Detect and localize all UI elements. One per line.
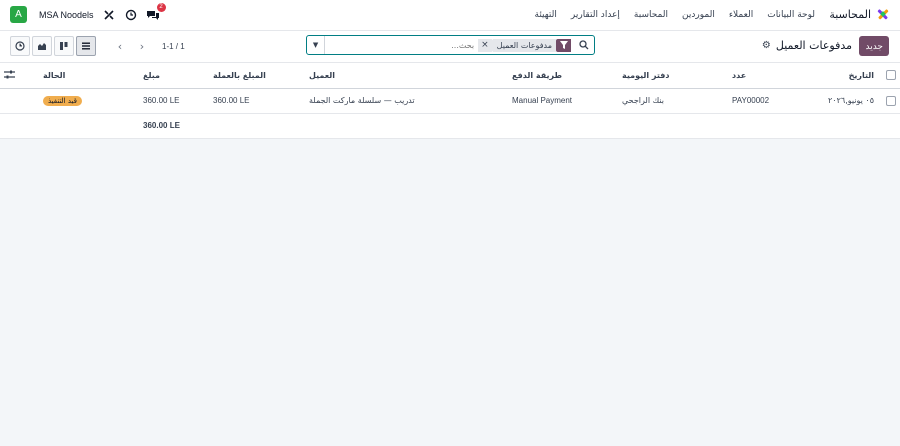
app-brand[interactable]: المحاسبة	[829, 7, 890, 21]
cell-customer: تدريب — سلسلة ماركت الجملة	[305, 88, 508, 114]
cell-amount: 360.00 LE	[139, 88, 209, 114]
list-view: التاريخ عدد دفتر اليومية طريقة الدفع الع…	[0, 63, 900, 446]
cell-payment-method: Manual Payment	[508, 88, 618, 114]
menu-item-dashboard[interactable]: لوحة البيانات	[767, 10, 815, 20]
graph-view-icon[interactable]	[32, 36, 52, 56]
menu-item-vendors[interactable]: الموردين	[682, 10, 715, 20]
menu-item-customers[interactable]: العملاء	[729, 10, 753, 20]
control-panel: جديد مدفوعات العميل ⚙ مدفوعات العميل × ▼…	[0, 31, 900, 63]
pager-value[interactable]: 1-1 / 1	[162, 42, 185, 51]
top-navbar: المحاسبة لوحة البيانات العملاء الموردين …	[0, 0, 900, 31]
accounting-app-icon	[876, 7, 890, 21]
filter-icon	[556, 38, 571, 52]
column-header-date[interactable]: التاريخ	[808, 63, 878, 89]
total-amount: 360.00 LE	[139, 113, 209, 139]
debug-icon[interactable]	[102, 8, 116, 22]
column-header-customer[interactable]: العميل	[305, 63, 508, 89]
search-icon[interactable]	[574, 36, 594, 54]
pager-next-icon[interactable]: ›	[134, 38, 150, 54]
gear-icon[interactable]: ⚙	[762, 40, 771, 51]
new-button[interactable]: جديد	[859, 36, 889, 56]
status-badge: قيد التنفيذ	[43, 95, 82, 106]
clock-icon[interactable]	[124, 8, 138, 22]
menu-item-accounting[interactable]: المحاسبة	[634, 10, 668, 20]
user-avatar[interactable]: A	[10, 6, 27, 23]
table-header-row: التاريخ عدد دفتر اليومية طريقة الدفع الع…	[0, 63, 900, 89]
facet-label: مدفوعات العميل	[492, 38, 556, 52]
menu-item-reporting[interactable]: إعداد التقارير	[571, 10, 620, 20]
cell-status: قيد التنفيذ	[39, 88, 139, 114]
menu-item-configuration[interactable]: التهيئة	[535, 10, 557, 20]
company-name[interactable]: MSA Noodels	[39, 10, 94, 20]
payments-table: التاريخ عدد دفتر اليومية طريقة الدفع الع…	[0, 63, 900, 139]
select-all-checkbox[interactable]	[878, 63, 900, 89]
column-header-amount-currency[interactable]: المبلغ بالعملة	[209, 63, 305, 89]
list-view-icon[interactable]	[76, 36, 96, 56]
column-header-number[interactable]: عدد	[728, 63, 808, 89]
search-dropdown-toggle[interactable]: ▼	[307, 36, 325, 54]
search-bar: مدفوعات العميل × ▼	[306, 35, 595, 55]
column-header-journal[interactable]: دفتر اليومية	[618, 63, 728, 89]
column-header-status[interactable]: الحالة	[39, 63, 139, 89]
cell-amount-currency: 360.00 LE	[209, 88, 305, 114]
optional-columns-toggle-icon[interactable]	[0, 63, 39, 89]
pager: ‹ › 1-1 / 1	[112, 38, 185, 54]
main-menu: لوحة البيانات العملاء الموردين المحاسبة …	[535, 10, 816, 20]
chat-icon[interactable]: 2	[146, 2, 166, 22]
app-name: المحاسبة	[829, 7, 871, 21]
view-switcher	[10, 36, 96, 56]
table-row[interactable]: ٠٥ يونيو,٢٠٢٦ PAY00002 بنك الراجحي Manua…	[0, 88, 900, 114]
column-header-payment-method[interactable]: طريقة الدفع	[508, 63, 618, 89]
cell-number: PAY00002	[728, 88, 808, 114]
cell-journal: بنك الراجحي	[618, 88, 728, 114]
activity-view-icon[interactable]	[10, 36, 30, 56]
facet-remove-icon[interactable]: ×	[478, 38, 493, 52]
column-header-amount[interactable]: مبلغ	[139, 63, 209, 89]
cell-date: ٠٥ يونيو,٢٠٢٦	[808, 88, 878, 114]
navbar-systray: A MSA Noodels 2	[10, 2, 166, 23]
pager-previous-icon[interactable]: ‹	[112, 38, 128, 54]
breadcrumb: مدفوعات العميل ⚙	[762, 39, 852, 52]
search-input[interactable]	[325, 37, 479, 53]
kanban-view-icon[interactable]	[54, 36, 74, 56]
table-total-row: 360.00 LE	[0, 113, 900, 139]
search-facet: مدفوعات العميل ×	[478, 38, 571, 52]
chat-badge: 2	[156, 2, 166, 12]
row-checkbox[interactable]	[878, 88, 900, 114]
page-title: مدفوعات العميل	[775, 39, 852, 52]
